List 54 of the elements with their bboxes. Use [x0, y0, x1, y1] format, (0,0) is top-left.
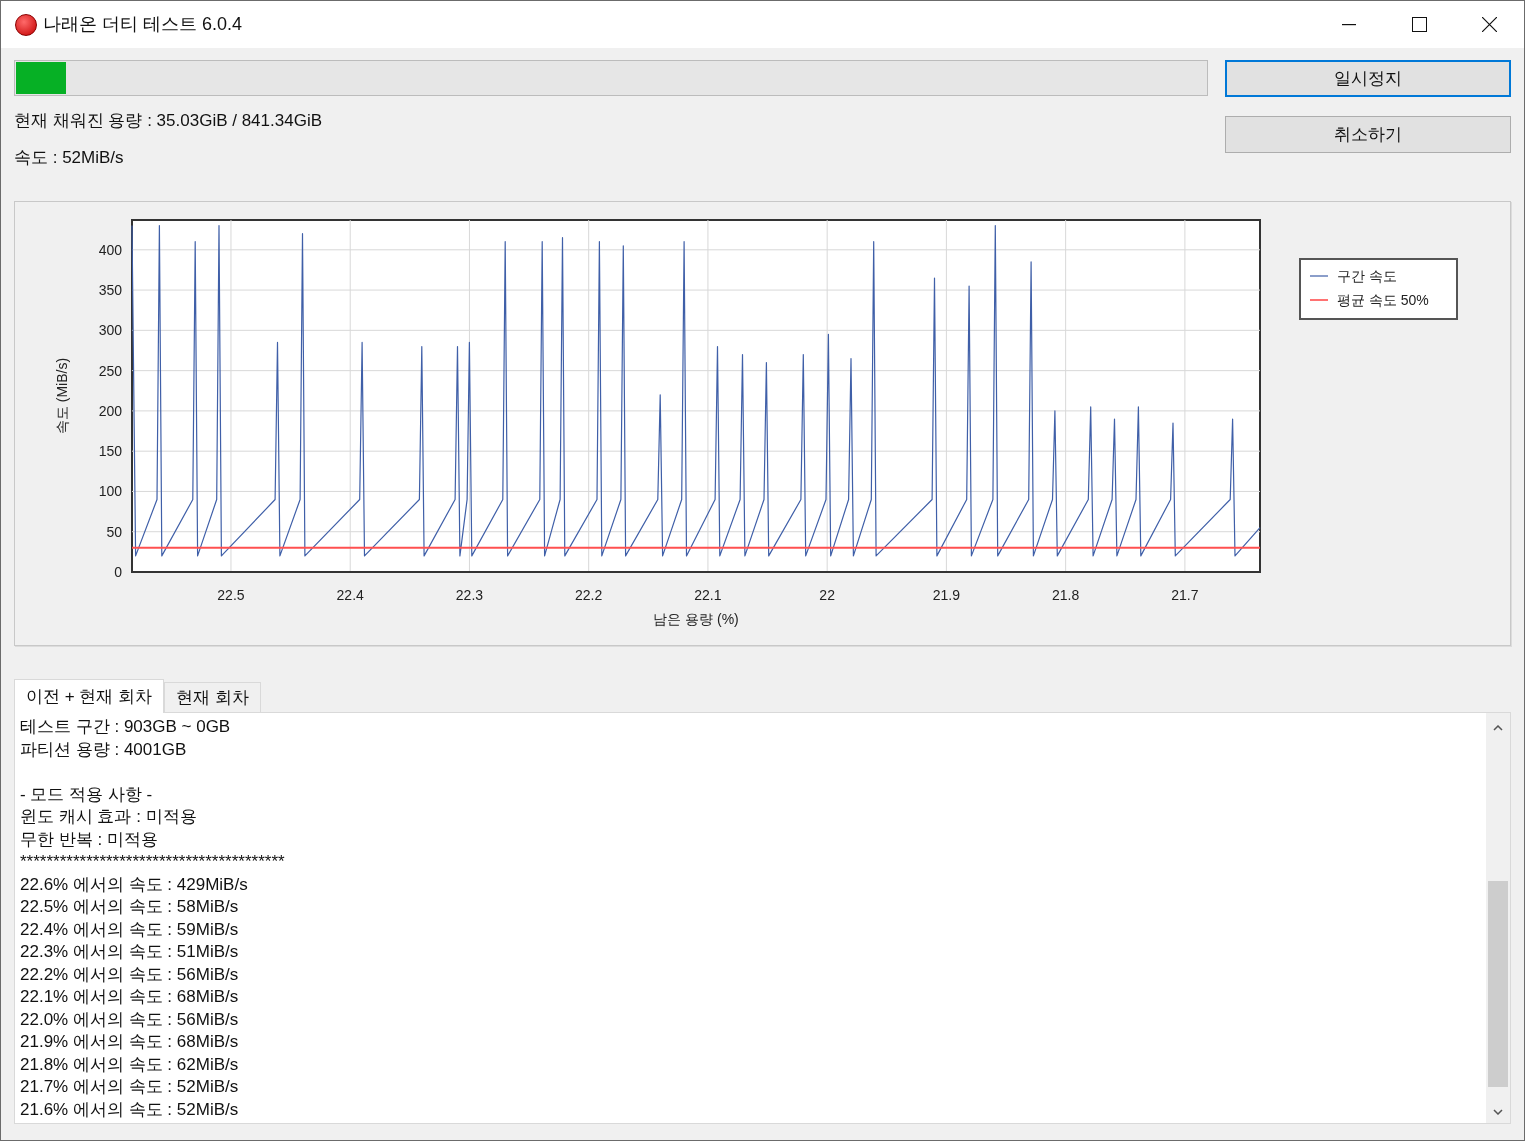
tab[interactable]: 이전 + 현재 회차 [14, 679, 165, 713]
x-tick-label: 21.8 [1052, 587, 1080, 603]
log-line: 21.8% 에서의 속도 : 62MiB/s [20, 1053, 240, 1076]
log-line: - 모드 적용 사항 - [20, 783, 154, 806]
maximize-icon [1411, 17, 1427, 32]
y-tick-label: 50 [106, 523, 122, 540]
log-line: 무한 반복 : 미적용 [20, 828, 159, 851]
y-tick-label: 100 [98, 483, 122, 500]
legend-label: 구간 속도 [1337, 268, 1397, 284]
action-button[interactable]: 일시정지 [1225, 60, 1511, 97]
log-line: 22.4% 에서의 속도 : 59MiB/s [20, 918, 240, 941]
x-axis-title: 남은 용량 (%) [653, 611, 739, 627]
tab[interactable]: 현재 회차 [164, 682, 261, 712]
log-line: 21.6% 에서의 속도 : 52MiB/s [20, 1098, 240, 1121]
scroll-down-icon [1493, 1109, 1503, 1115]
y-tick-label: 300 [98, 322, 122, 339]
y-tick-label: 0 [114, 564, 122, 580]
log-line: 22.6% 에서의 속도 : 429MiB/s [20, 873, 249, 896]
scroll-up-icon [1493, 725, 1503, 731]
log-line: **************************************** [20, 851, 286, 873]
log-line: 21.7% 에서의 속도 : 52MiB/s [20, 1076, 240, 1098]
scrollbar-thumb[interactable] [1488, 881, 1508, 1087]
x-tick-label: 22 [819, 587, 835, 603]
log-line: 테스트 구간 : 903GB ~ 0GB [20, 716, 232, 738]
app-logo-icon [15, 13, 37, 36]
log-line: 윈도 캐시 효과 : 미적용 [20, 806, 198, 828]
minimize-icon [1342, 23, 1356, 26]
status-text: 현재 채워진 용량 : 35.03GiB / 841.34GiB [14, 110, 323, 132]
log-line: 22.2% 에서의 속도 : 56MiB/s [20, 963, 240, 986]
y-tick-label: 350 [98, 282, 122, 299]
y-tick-label: 150 [98, 443, 122, 460]
window-title: 나래온 더티 테스트 6.0.4 [43, 13, 243, 36]
x-tick-label: 22.1 [694, 587, 722, 603]
scrollbar[interactable] [1486, 713, 1510, 1123]
y-axis-title: 속도 (MiB/s) [54, 357, 70, 435]
x-tick-label: 21.9 [932, 587, 961, 603]
status-text: 속도 : 52MiB/s [14, 147, 125, 169]
x-tick-label: 21.7 [1171, 587, 1199, 603]
log-line: 21.9% 에서의 속도 : 68MiB/s [20, 1031, 240, 1053]
log-line: 파티션 용량 : 4001GB [20, 738, 188, 761]
y-tick-label: 250 [98, 362, 122, 379]
x-tick-label: 22.4 [336, 587, 364, 603]
x-tick-label: 22.3 [455, 587, 484, 603]
log-line: 22.5% 에서의 속도 : 58MiB/s [20, 896, 240, 918]
legend-label: 평균 속도 50% [1337, 292, 1429, 308]
close-icon [1481, 17, 1497, 32]
log-line: 22.3% 에서의 속도 : 51MiB/s [20, 941, 240, 963]
x-tick-label: 22.5 [217, 587, 245, 603]
log-line: 22.1% 에서의 속도 : 68MiB/s [20, 986, 240, 1008]
x-tick-label: 22.2 [575, 587, 603, 603]
action-button[interactable]: 취소하기 [1225, 116, 1511, 153]
log-line: 22.0% 에서의 속도 : 56MiB/s [20, 1008, 240, 1031]
y-tick-label: 400 [98, 241, 122, 258]
y-tick-label: 200 [98, 402, 122, 419]
